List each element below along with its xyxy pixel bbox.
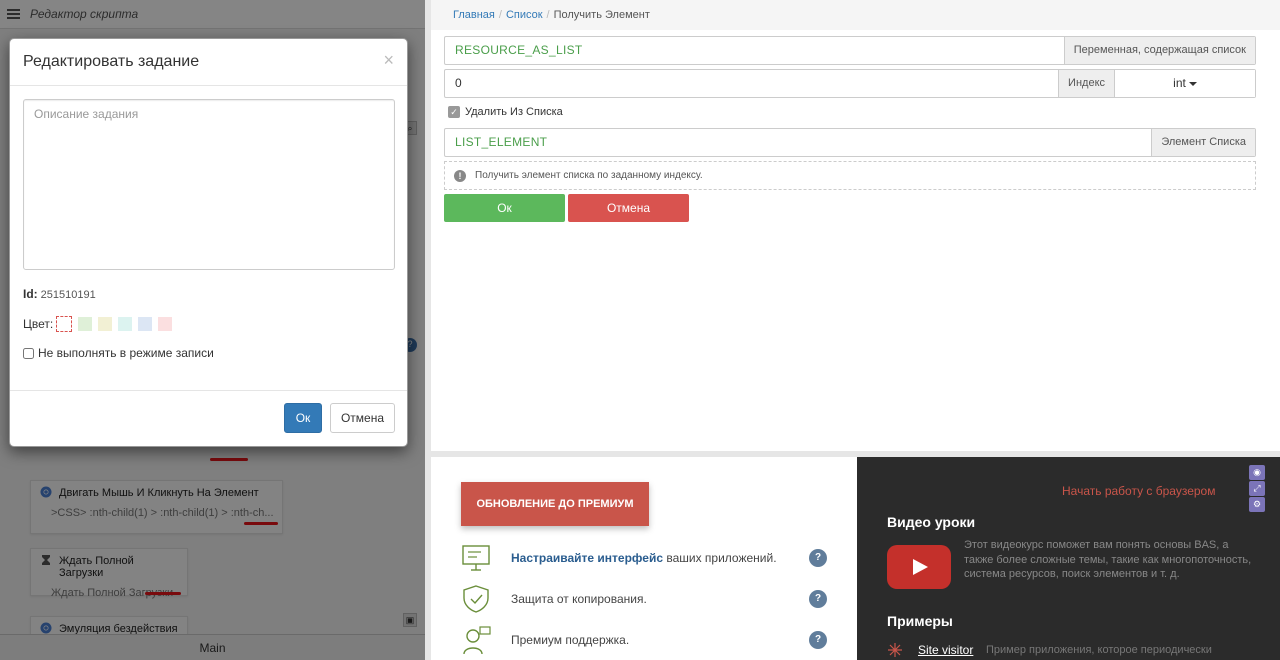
feature-item: Премиум поддержка. ? <box>461 625 836 657</box>
list-variable-input[interactable]: RESOURCE_AS_LIST <box>445 37 1064 64</box>
breadcrumb-current: Получить Элемент <box>553 9 650 21</box>
side-toolbar: ◉ ⤢ ⚙ <box>1249 465 1267 529</box>
task-description-input[interactable] <box>23 99 395 270</box>
wifi-icon[interactable]: ◉ <box>1249 465 1265 480</box>
help-icon[interactable]: ? <box>809 590 827 608</box>
caret-down-icon <box>1188 81 1197 86</box>
id-label: Id: <box>23 287 38 301</box>
help-icon[interactable]: ? <box>809 549 827 567</box>
info-icon: ! <box>454 169 466 182</box>
color-swatch-pink[interactable] <box>158 317 173 331</box>
cancel-button[interactable]: Отмена <box>568 194 689 222</box>
youtube-play-icon[interactable] <box>887 545 951 589</box>
breadcrumb-home[interactable]: Главная <box>453 9 495 21</box>
color-picker: Цвет: <box>23 316 178 332</box>
shield-icon <box>463 585 489 613</box>
settings-icon[interactable]: ⚙ <box>1249 497 1265 512</box>
id-value: 251510191 <box>40 289 96 301</box>
help-icon[interactable]: ? <box>809 631 827 649</box>
breadcrumb: Главная / Список / Получить Элемент <box>431 0 1280 30</box>
feature-text: Премиум поддержка. <box>511 633 630 647</box>
expand-icon[interactable]: ⤢ <box>1249 481 1265 496</box>
feature-item: Защита от копирования. ? <box>461 584 836 616</box>
color-swatch-yellow[interactable] <box>98 317 113 331</box>
color-swatch-none[interactable] <box>56 316 73 332</box>
monitor-icon <box>462 545 490 571</box>
index-field: 0 Индекс int <box>444 69 1256 98</box>
color-swatch-blue[interactable] <box>138 317 153 331</box>
modal-header: Редактировать задание × <box>10 39 407 86</box>
skip-in-record-label: Не выполнять в режиме записи <box>38 346 214 360</box>
breadcrumb-list[interactable]: Список <box>506 9 543 21</box>
video-lessons-title: Видео уроки <box>887 514 976 530</box>
sparkle-icon <box>888 643 902 657</box>
modal-footer: Ок Отмена <box>10 390 407 446</box>
start-browser-link[interactable]: Начать работу с браузером <box>1062 484 1215 498</box>
list-variable-field: RESOURCE_AS_LIST Переменная, содержащая … <box>444 36 1256 65</box>
task-id-row: Id: 251510191 <box>23 287 96 301</box>
list-element-label: Элемент Списка <box>1151 129 1255 156</box>
example-site-visitor-link[interactable]: Site visitor <box>918 643 973 657</box>
video-lessons-description: Этот видеокурс поможет вам понять основы… <box>964 539 1252 580</box>
remove-from-list-label: Удалить Из Списка <box>465 106 563 118</box>
feature-item: Настраивайте интерфейс ваших приложений.… <box>461 543 836 575</box>
index-label: Индекс <box>1058 70 1114 97</box>
color-swatch-green[interactable] <box>78 317 93 331</box>
modal-cancel-button[interactable]: Отмена <box>330 403 395 433</box>
list-variable-label: Переменная, содержащая список <box>1063 37 1255 64</box>
hint-text: Получить элемент списка по заданному инд… <box>475 170 703 181</box>
examples-title: Примеры <box>887 613 953 629</box>
feature-text: Настраивайте интерфейс ваших приложений. <box>511 551 777 565</box>
color-label: Цвет: <box>23 317 54 331</box>
support-agent-icon <box>463 626 491 655</box>
color-swatch-teal[interactable] <box>118 317 133 331</box>
example-description: Пример приложения, которое периодически <box>986 644 1212 656</box>
close-icon[interactable]: × <box>383 50 394 71</box>
ok-button[interactable]: Ок <box>444 194 565 222</box>
modal-title: Редактировать задание <box>23 53 200 70</box>
index-type-dropdown[interactable]: int <box>1114 70 1255 97</box>
edit-task-modal: Редактировать задание × Id:251510191 Цве… <box>9 38 408 447</box>
action-settings-pane: Главная / Список / Получить Элемент RESOURCE… <box>431 0 1280 451</box>
upgrade-premium-button[interactable]: ОБНОВЛЕНИЕ ДО ПРЕМИУМ <box>461 482 649 526</box>
skip-in-record-checkbox[interactable] <box>23 347 34 359</box>
premium-panel: ОБНОВЛЕНИЕ ДО ПРЕМИУМ Настраивайте интер… <box>431 457 857 660</box>
list-element-input[interactable]: LIST_ELEMENT <box>445 129 1151 156</box>
remove-from-list-checkbox[interactable]: ✓ <box>448 106 460 118</box>
learning-panel: Начать работу с браузером ◉ ⤢ ⚙ Видео ур… <box>857 457 1280 660</box>
remove-from-list-row: ✓ Удалить Из Списка <box>448 106 563 118</box>
modal-ok-button[interactable]: Ок <box>284 403 322 433</box>
skip-in-record-row: Не выполнять в режиме записи <box>23 346 214 360</box>
action-hint: ! Получить элемент списка по заданному и… <box>444 161 1256 190</box>
feature-text: Защита от копирования. <box>511 592 647 606</box>
index-input[interactable]: 0 <box>445 70 1058 97</box>
list-element-field: LIST_ELEMENT Элемент Списка <box>444 128 1256 157</box>
